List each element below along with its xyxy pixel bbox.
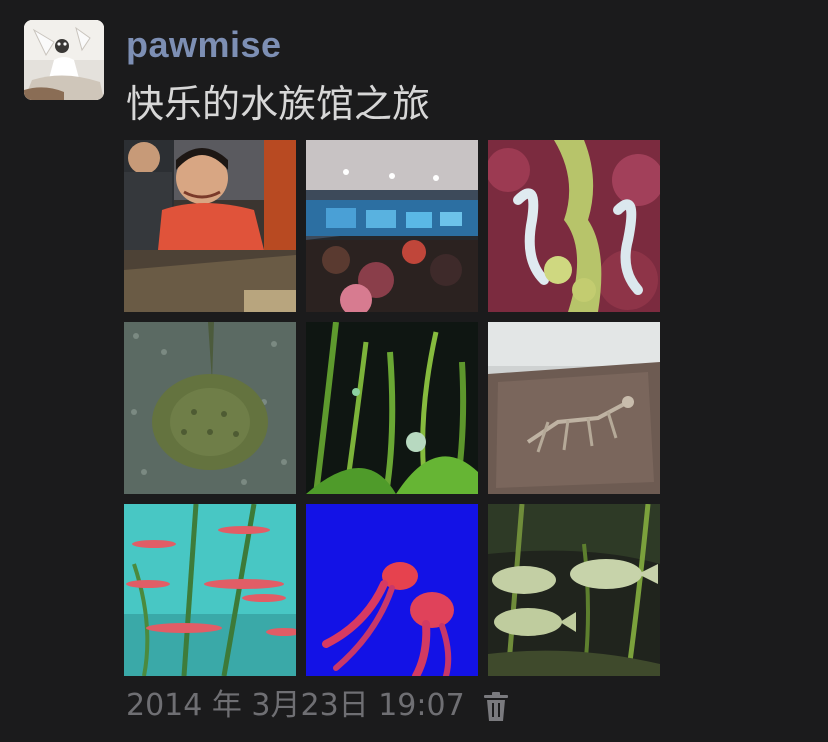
timestamp: 2014 年 3月23日 19:07 bbox=[126, 688, 465, 723]
photo-3[interactable] bbox=[488, 140, 660, 312]
photo-1[interactable] bbox=[124, 140, 296, 312]
photo-6[interactable] bbox=[488, 322, 660, 494]
trash-icon[interactable] bbox=[478, 689, 514, 725]
photo-grid bbox=[124, 140, 660, 676]
photo-7[interactable] bbox=[124, 504, 296, 676]
photo-4[interactable] bbox=[124, 322, 296, 494]
avatar[interactable] bbox=[24, 20, 104, 100]
photo-8[interactable] bbox=[306, 504, 478, 676]
photo-9[interactable] bbox=[488, 504, 660, 676]
username[interactable]: pawmise bbox=[126, 24, 282, 66]
post-text: 快乐的水族馆之旅 bbox=[126, 82, 431, 126]
photo-5[interactable] bbox=[306, 322, 478, 494]
photo-2[interactable] bbox=[306, 140, 478, 312]
